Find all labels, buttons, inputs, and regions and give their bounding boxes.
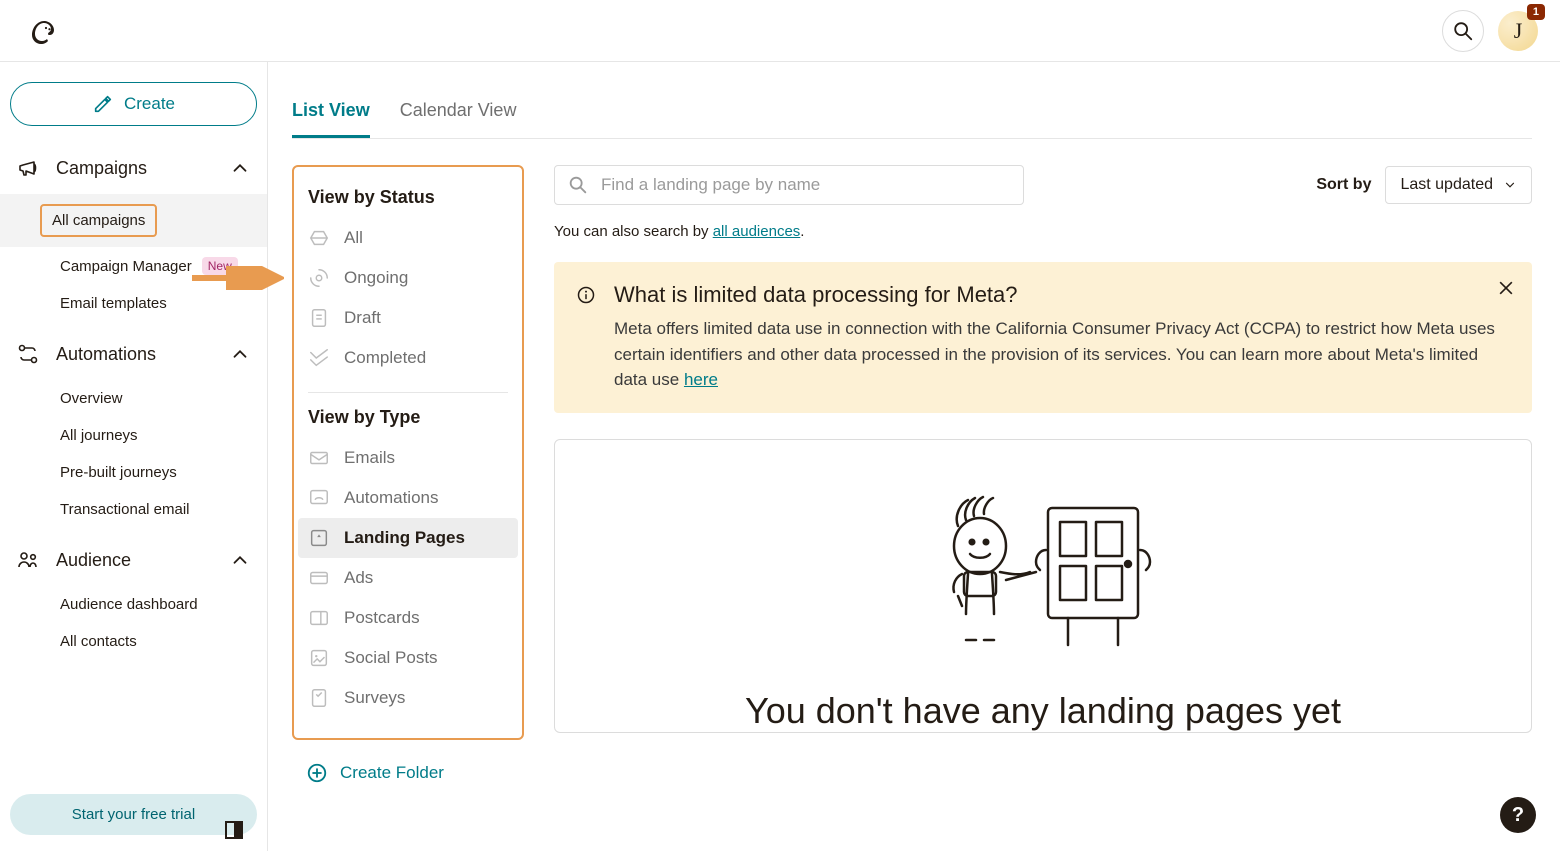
create-folder-button[interactable]: Create Folder bbox=[292, 740, 524, 788]
empty-illustration bbox=[575, 480, 1511, 660]
callout-arrow-icon bbox=[192, 266, 284, 290]
landing-page-icon bbox=[308, 527, 330, 549]
chevron-up-icon bbox=[229, 549, 251, 571]
sidebar-item-prebuilt-journeys[interactable]: Pre-built journeys bbox=[0, 454, 267, 491]
top-bar: J 1 bbox=[0, 0, 1560, 62]
empty-state-card: You don't have any landing pages yet bbox=[554, 439, 1532, 733]
global-search-button[interactable] bbox=[1442, 10, 1484, 52]
pencil-icon bbox=[92, 93, 114, 115]
meta-info-banner: What is limited data processing for Meta… bbox=[554, 262, 1532, 413]
chevron-down-icon bbox=[1503, 178, 1517, 192]
filter-type-social-posts[interactable]: Social Posts bbox=[294, 638, 522, 678]
filter-type-automations[interactable]: Automations bbox=[294, 478, 522, 518]
sidebar-item-all-journeys[interactable]: All journeys bbox=[0, 417, 267, 454]
filter-type-landing-pages[interactable]: Landing Pages bbox=[298, 518, 518, 558]
filter-type-heading: View by Type bbox=[294, 407, 522, 438]
postcard-icon bbox=[308, 607, 330, 629]
notification-badge: 1 bbox=[1527, 4, 1545, 20]
sidebar-item-all-contacts[interactable]: All contacts bbox=[0, 623, 267, 660]
banner-here-link[interactable]: here bbox=[684, 370, 718, 389]
sidebar-item-all-campaigns[interactable]: All campaigns bbox=[0, 194, 267, 247]
automation-icon bbox=[308, 487, 330, 509]
sidebar-item-email-templates[interactable]: Email templates bbox=[0, 285, 267, 322]
main-content: List View Calendar View View by Status A… bbox=[268, 62, 1560, 851]
completed-icon bbox=[308, 347, 330, 369]
email-icon bbox=[308, 447, 330, 469]
info-icon bbox=[576, 285, 596, 305]
filter-status-heading: View by Status bbox=[294, 187, 522, 218]
filter-type-ads[interactable]: Ads bbox=[294, 558, 522, 598]
sort-select[interactable]: Last updated bbox=[1385, 166, 1532, 204]
filter-type-emails[interactable]: Emails bbox=[294, 438, 522, 478]
banner-body: Meta offers limited data use in connecti… bbox=[614, 316, 1510, 393]
chevron-up-icon bbox=[229, 157, 251, 179]
chevron-up-icon bbox=[229, 343, 251, 365]
start-free-trial-button[interactable]: Start your free trial bbox=[10, 794, 257, 835]
draft-icon bbox=[308, 307, 330, 329]
sidebar-item-audience-dashboard[interactable]: Audience dashboard bbox=[0, 586, 267, 623]
view-tabs: List View Calendar View bbox=[292, 100, 1532, 139]
tab-calendar-view[interactable]: Calendar View bbox=[400, 100, 517, 138]
social-icon bbox=[308, 647, 330, 669]
all-audiences-link[interactable]: all audiences bbox=[713, 223, 801, 240]
people-icon bbox=[16, 548, 40, 572]
banner-title: What is limited data processing for Meta… bbox=[614, 282, 1510, 308]
empty-state-title: You don't have any landing pages yet bbox=[575, 690, 1511, 732]
flow-icon bbox=[16, 342, 40, 366]
filter-status-completed[interactable]: Completed bbox=[294, 338, 522, 378]
search-input[interactable] bbox=[601, 175, 1011, 195]
create-button[interactable]: Create bbox=[10, 82, 257, 126]
filter-status-all[interactable]: All bbox=[294, 218, 522, 258]
filter-type-postcards[interactable]: Postcards bbox=[294, 598, 522, 638]
sidebar-item-overview[interactable]: Overview bbox=[0, 380, 267, 417]
nav-section-audience[interactable]: Audience bbox=[0, 538, 267, 582]
left-nav: Create Campaigns All campaigns Campaign … bbox=[0, 62, 268, 851]
sidebar-item-transactional-email[interactable]: Transactional email bbox=[0, 491, 267, 528]
close-icon[interactable] bbox=[1496, 278, 1516, 298]
collapse-sidebar-icon[interactable] bbox=[225, 821, 243, 839]
ads-icon bbox=[308, 567, 330, 589]
survey-icon bbox=[308, 687, 330, 709]
filter-panel: View by Status All Ongoing Draft Complet… bbox=[292, 165, 524, 740]
mailchimp-logo[interactable] bbox=[22, 11, 62, 51]
ongoing-icon bbox=[308, 267, 330, 289]
megaphone-icon bbox=[16, 156, 40, 180]
sort-label: Sort by bbox=[1316, 176, 1371, 194]
nav-section-automations[interactable]: Automations bbox=[0, 332, 267, 376]
help-button[interactable]: ? bbox=[1500, 797, 1536, 833]
filter-status-draft[interactable]: Draft bbox=[294, 298, 522, 338]
filter-status-ongoing[interactable]: Ongoing bbox=[294, 258, 522, 298]
tab-list-view[interactable]: List View bbox=[292, 100, 370, 138]
plus-circle-icon bbox=[306, 762, 328, 784]
search-box[interactable] bbox=[554, 165, 1024, 205]
filter-type-surveys[interactable]: Surveys bbox=[294, 678, 522, 718]
search-icon bbox=[567, 174, 589, 196]
search-icon bbox=[1452, 20, 1474, 42]
nav-section-campaigns[interactable]: Campaigns bbox=[0, 146, 267, 190]
sub-search-text: You can also search by all audiences. bbox=[554, 223, 1532, 240]
all-icon bbox=[308, 227, 330, 249]
